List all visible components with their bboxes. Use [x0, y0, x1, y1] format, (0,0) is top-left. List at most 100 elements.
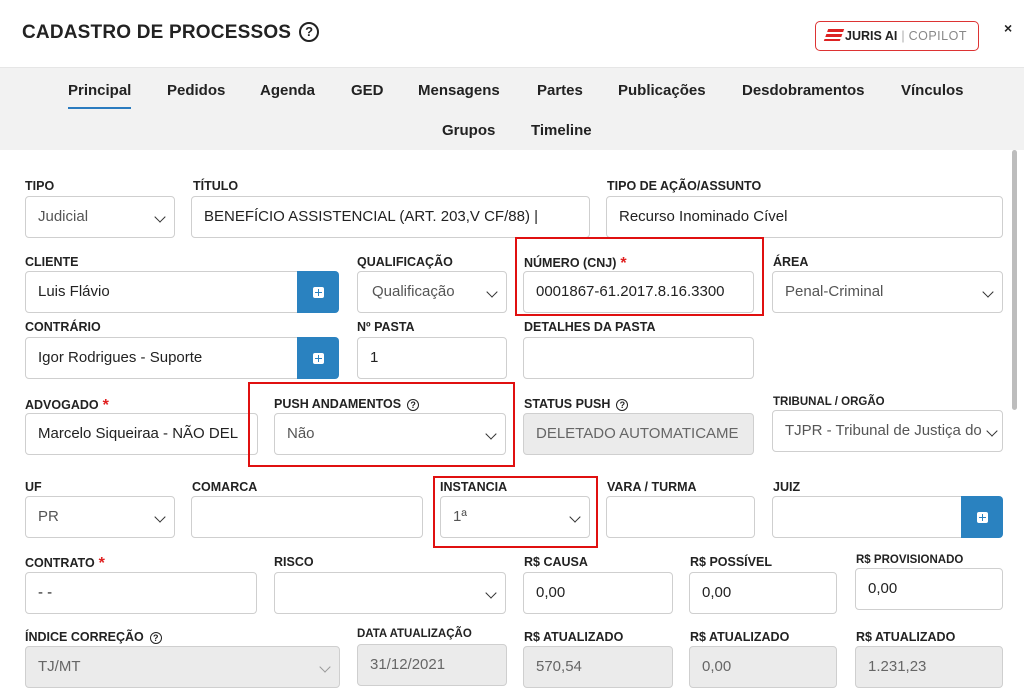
tribunal-value: TJPR - Tribunal de Justiça do [785, 422, 982, 439]
contrario-input[interactable]: Igor Rodrigues - Suporte [25, 337, 298, 379]
tab-agenda[interactable]: Agenda [260, 82, 315, 99]
vara-label: VARA / TURMA [607, 480, 697, 494]
highlight-box-push [248, 382, 515, 467]
scrollbar[interactable] [1012, 150, 1017, 410]
contrato-label-text: CONTRATO [25, 556, 95, 570]
juiz-label: JUIZ [773, 480, 801, 494]
risco-select[interactable] [274, 572, 506, 614]
juris-ai-copilot-button[interactable]: JURIS AI | COPILOT [815, 21, 979, 51]
tab-bar: Principal Pedidos Agenda GED Mensagens P… [0, 68, 1024, 150]
required-marker: * [98, 555, 105, 572]
qualificacao-value: Qualificação [372, 283, 455, 300]
tribunal-label: TRIBUNAL / ORGÃO [773, 396, 885, 408]
indice-label: ÍNDICE CORREÇÃO? [25, 630, 162, 644]
atualizado-field-1: 570,54 [523, 646, 673, 688]
add-contrario-button[interactable] [297, 337, 339, 379]
contrario-label: CONTRÁRIO [25, 320, 101, 334]
chevron-down-icon [319, 661, 331, 673]
tab-publicacoes[interactable]: Publicações [618, 82, 706, 99]
tab-pedidos[interactable]: Pedidos [167, 82, 225, 99]
atualizado-field-3: 1.231,23 [855, 646, 1003, 688]
tab-timeline[interactable]: Timeline [531, 122, 592, 139]
chevron-down-icon [986, 425, 998, 437]
tipo-acao-label: TIPO DE AÇÃO/ASSUNTO [607, 179, 762, 193]
vara-input[interactable] [606, 496, 755, 538]
help-icon[interactable]: ? [149, 632, 162, 644]
contrato-label: CONTRATO * [25, 555, 105, 573]
help-icon[interactable]: ? [616, 399, 629, 411]
uf-select[interactable]: PR [25, 496, 175, 538]
add-cliente-button[interactable] [297, 271, 339, 313]
risco-label: RISCO [274, 555, 314, 569]
uf-value: PR [38, 508, 59, 525]
juris-logo-icon [823, 29, 845, 41]
tribunal-select[interactable]: TJPR - Tribunal de Justiça do [772, 410, 1003, 452]
detalhes-pasta-input[interactable] [523, 337, 754, 379]
advogado-label-text: ADVOGADO [25, 398, 99, 412]
titulo-label: TÍTULO [193, 179, 239, 193]
required-marker: * [102, 397, 109, 414]
chevron-down-icon [486, 286, 498, 298]
causa-input[interactable]: 0,00 [523, 572, 673, 614]
area-value: Penal-Criminal [785, 283, 884, 300]
tipo-value: Judicial [38, 208, 89, 225]
page-title-text: CADASTRO DE PROCESSOS [22, 22, 292, 43]
close-icon[interactable]: × [1004, 20, 1012, 36]
data-atualizacao-label: DATA ATUALIZAÇÃO [357, 628, 472, 640]
copilot-brand: JURIS AI [845, 29, 898, 43]
possivel-input[interactable]: 0,00 [689, 572, 837, 614]
plus-icon [313, 287, 324, 298]
pasta-label: Nº PASTA [357, 320, 415, 334]
status-push-label-text: STATUS PUSH [524, 397, 611, 411]
status-push-field: DELETADO AUTOMATICAME [523, 413, 754, 455]
comarca-label: COMARCA [192, 480, 258, 494]
copilot-label: COPILOT [908, 29, 967, 43]
help-icon[interactable]: ? [299, 22, 320, 42]
tab-vinculos[interactable]: Vínculos [901, 82, 964, 99]
causa-label: R$ CAUSA [524, 555, 588, 569]
advogado-input[interactable]: Marcelo Siqueiraa - NÃO DEL [25, 413, 258, 455]
tab-mensagens[interactable]: Mensagens [418, 82, 500, 99]
provisionado-input[interactable]: 0,00 [855, 568, 1003, 610]
chevron-down-icon [154, 211, 166, 223]
plus-icon [977, 512, 988, 523]
add-juiz-button[interactable] [961, 496, 1003, 538]
indice-label-text: ÍNDICE CORREÇÃO [25, 630, 144, 644]
juiz-input[interactable] [772, 496, 962, 538]
area-select[interactable]: Penal-Criminal [772, 271, 1003, 313]
qualificacao-select[interactable]: Qualificação [357, 271, 507, 313]
possivel-label: R$ POSSÍVEL [690, 555, 772, 569]
plus-icon [313, 353, 324, 364]
tab-grupos[interactable]: Grupos [442, 122, 495, 139]
qualificacao-label: QUALIFICAÇÃO [357, 255, 453, 269]
tipo-select[interactable]: Judicial [25, 196, 175, 238]
data-atualizacao-field: 31/12/2021 [357, 644, 507, 686]
chevron-down-icon [154, 511, 166, 523]
chevron-down-icon [982, 286, 994, 298]
modal-header: CADASTRO DE PROCESSOS? JURIS AI | COPILOT … [0, 0, 1024, 68]
tipo-acao-input[interactable]: Recurso Inominado Cível [606, 196, 1003, 238]
chevron-down-icon [485, 587, 497, 599]
comarca-input[interactable] [191, 496, 423, 538]
contrato-input[interactable]: - - [25, 572, 257, 614]
indice-select: TJ/MT [25, 646, 340, 688]
atualizado-label-2: R$ ATUALIZADO [690, 630, 790, 644]
highlight-box-numero [515, 237, 764, 316]
uf-label: UF [25, 480, 42, 494]
pasta-input[interactable]: 1 [357, 337, 507, 379]
cliente-input[interactable]: Luis Flávio [25, 271, 298, 313]
provisionado-label: R$ PROVISIONADO [856, 554, 964, 566]
tab-partes[interactable]: Partes [537, 82, 583, 99]
tab-desdobramentos[interactable]: Desdobramentos [742, 82, 865, 99]
atualizado-label-3: R$ ATUALIZADO [856, 630, 956, 644]
tab-principal[interactable]: Principal [68, 82, 132, 109]
detalhes-pasta-label: DETALHES DA PASTA [524, 320, 656, 334]
indice-value: TJ/MT [38, 658, 81, 675]
titulo-input[interactable]: BENEFÍCIO ASSISTENCIAL (ART. 203,V CF/88… [191, 196, 590, 238]
highlight-box-instancia [433, 476, 598, 548]
tab-ged[interactable]: GED [351, 82, 384, 99]
cliente-label: CLIENTE [25, 255, 79, 269]
area-label: ÁREA [773, 255, 809, 269]
atualizado-field-2: 0,00 [689, 646, 837, 688]
page-title: CADASTRO DE PROCESSOS? [22, 22, 320, 44]
